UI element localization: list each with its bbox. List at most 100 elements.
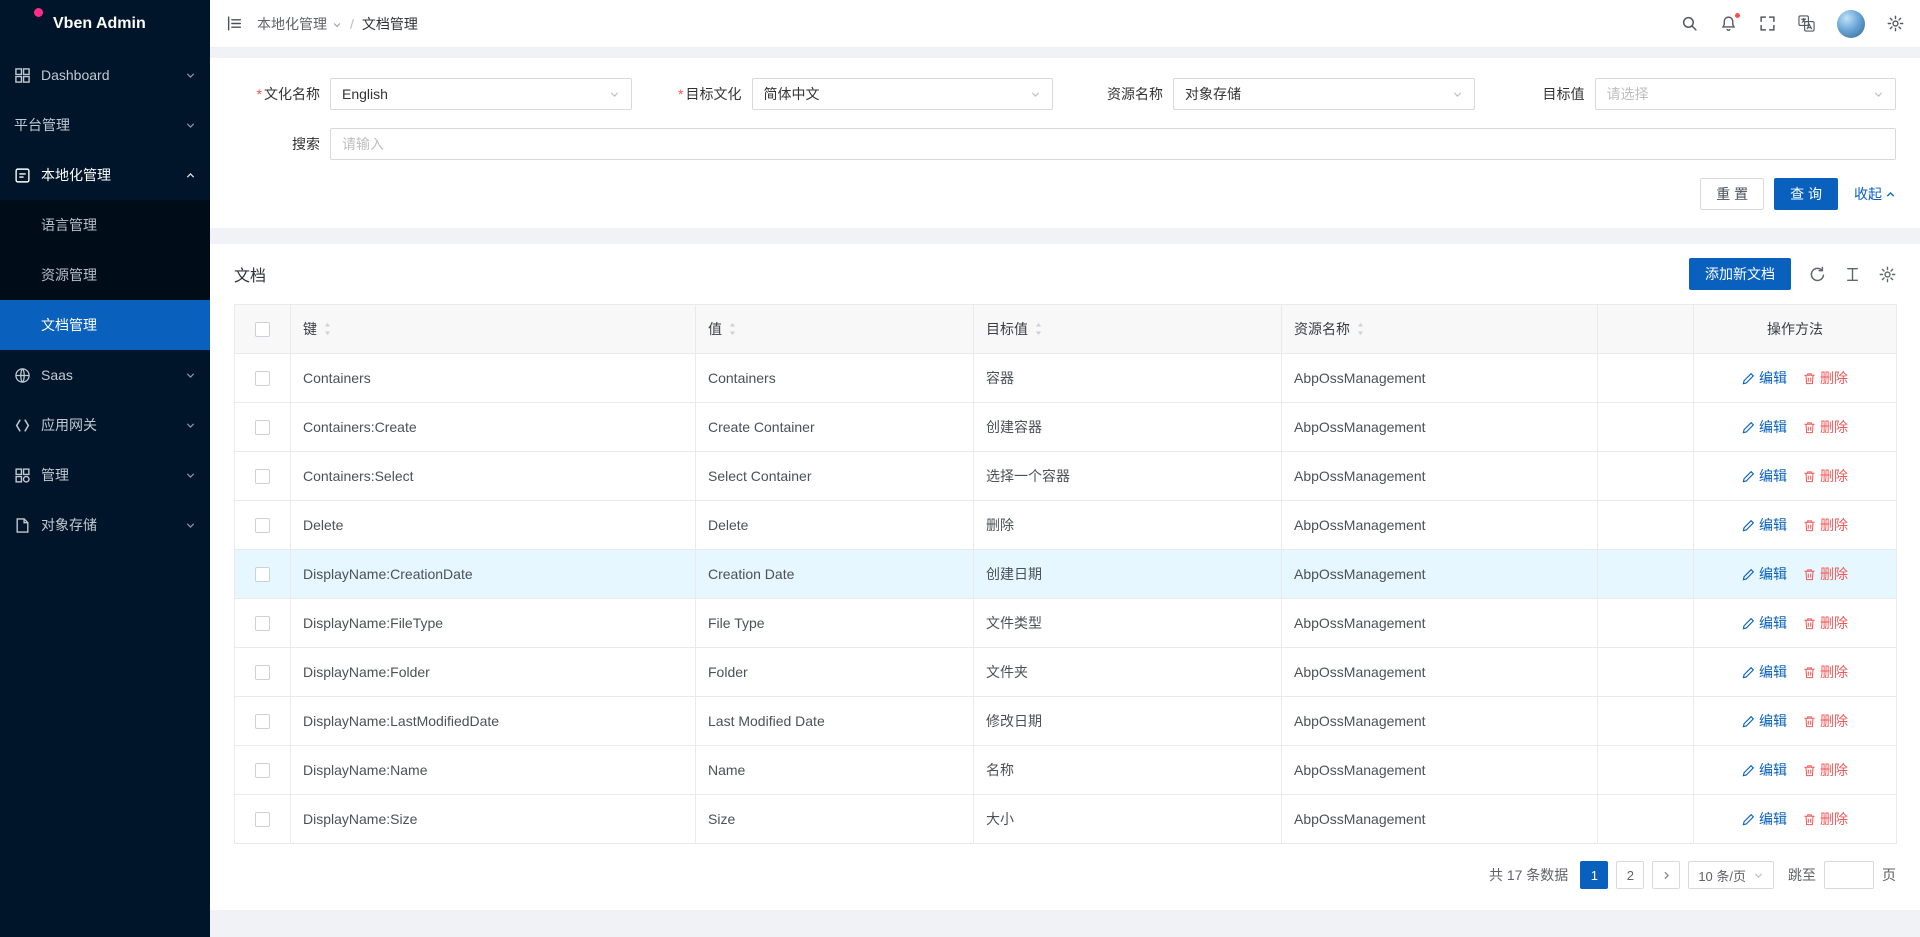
row-select-cell [235,697,291,746]
translate-icon[interactable] [1798,15,1815,32]
collapse-link[interactable]: 收起 [1854,184,1896,204]
settings-gear-icon[interactable] [1887,15,1904,32]
sidebar-item-saas[interactable]: Saas [0,350,210,400]
edit-button[interactable]: 编辑 [1742,515,1787,535]
sort-icon[interactable] [728,322,737,336]
edit-button[interactable]: 编辑 [1742,564,1787,584]
query-button[interactable]: 查 询 [1774,178,1838,210]
sidebar-subitem-document[interactable]: 文档管理 [0,300,210,350]
field-label: *目标文化 [656,84,752,104]
row-checkbox[interactable] [255,469,270,484]
row-checkbox[interactable] [255,665,270,680]
sidebar-item-localization[interactable]: 本地化管理 [0,150,210,200]
sidebar-subitem-label: 文档管理 [41,315,97,335]
search-icon[interactable] [1681,15,1698,32]
cell-target-value: 容器 [974,354,1282,403]
avatar[interactable] [1837,10,1865,38]
refresh-icon[interactable] [1809,266,1826,283]
column-header-value[interactable]: 值 [696,305,974,354]
row-checkbox[interactable] [255,812,270,827]
cell-target-value: 修改日期 [974,697,1282,746]
cell-value: Name [696,746,974,795]
sidebar-subitem-label: 资源管理 [41,265,97,285]
edit-button[interactable]: 编辑 [1742,711,1787,731]
row-checkbox[interactable] [255,518,270,533]
edit-button[interactable]: 编辑 [1742,417,1787,437]
sidebar-subitem-resource[interactable]: 资源管理 [0,250,210,300]
sort-icon[interactable] [1034,322,1043,336]
row-checkbox[interactable] [255,567,270,582]
edit-button[interactable]: 编辑 [1742,368,1787,388]
resource-name-select[interactable]: 对象存储 [1173,78,1475,110]
delete-button[interactable]: 删除 [1803,613,1848,633]
target-culture-select[interactable]: 简体中文 [752,78,1054,110]
sidebar-item-storage[interactable]: 对象存储 [0,500,210,550]
sidebar-item-management[interactable]: 管理 [0,450,210,500]
culture-name-select[interactable]: English [330,78,632,110]
row-checkbox[interactable] [255,616,270,631]
sidebar-subitem-language[interactable]: 语言管理 [0,200,210,250]
delete-button[interactable]: 删除 [1803,417,1848,437]
row-checkbox[interactable] [255,420,270,435]
cell-resource-name: AbpOssManagement [1282,795,1598,844]
search-input[interactable] [330,128,1896,160]
next-page-button[interactable] [1652,861,1680,889]
breadcrumb-parent[interactable]: 本地化管理 [257,14,327,34]
column-settings-gear-icon[interactable] [1879,266,1896,283]
delete-button[interactable]: 删除 [1803,515,1848,535]
sort-icon[interactable] [1356,322,1365,336]
row-checkbox[interactable] [255,763,270,778]
logo-text: Vben Admin [53,15,146,33]
cell-actions: 编辑删除 [1694,501,1897,550]
sidebar-item-platform[interactable]: 平台管理 [0,100,210,150]
fullscreen-icon[interactable] [1759,15,1776,32]
column-header-target[interactable]: 目标值 [974,305,1282,354]
sidebar-item-dashboard[interactable]: Dashboard [0,50,210,100]
cell-target-value: 文件类型 [974,599,1282,648]
edit-button[interactable]: 编辑 [1742,466,1787,486]
bell-icon[interactable] [1720,15,1737,32]
cell-resource-name: AbpOssManagement [1282,501,1598,550]
sort-icon[interactable] [323,322,332,336]
cell-blank [1598,403,1694,452]
menu-fold-icon[interactable] [226,15,243,32]
row-select-cell [235,550,291,599]
table-toolbar-actions: 添加新文档 [1689,258,1896,290]
page-size-select[interactable]: 10 条/页 [1688,861,1774,889]
reset-button[interactable]: 重 置 [1700,178,1764,210]
delete-button[interactable]: 删除 [1803,711,1848,731]
delete-button[interactable]: 删除 [1803,809,1848,829]
row-checkbox[interactable] [255,714,270,729]
column-header-resource[interactable]: 资源名称 [1282,305,1598,354]
add-document-button[interactable]: 添加新文档 [1689,258,1791,290]
logo[interactable]: Vben Admin [0,0,210,48]
delete-button[interactable]: 删除 [1803,760,1848,780]
sidebar-item-gateway[interactable]: 应用网关 [0,400,210,450]
jump-page-input[interactable] [1824,861,1874,889]
delete-button[interactable]: 删除 [1803,564,1848,584]
column-header-blank [1598,305,1694,354]
chevron-down-icon [185,470,196,481]
page-button-1[interactable]: 1 [1580,861,1608,889]
edit-button[interactable]: 编辑 [1742,662,1787,682]
delete-label: 删除 [1820,711,1848,731]
edit-button[interactable]: 编辑 [1742,760,1787,780]
page-button-2[interactable]: 2 [1616,861,1644,889]
row-height-icon[interactable] [1844,266,1861,283]
row-checkbox[interactable] [255,371,270,386]
cell-value: File Type [696,599,974,648]
page-content: *文化名称 English *目标文化 简体中文 [210,48,1920,937]
edit-button[interactable]: 编辑 [1742,613,1787,633]
pagination: 共 17 条数据 12 10 条/页 跳至 页 [234,844,1896,904]
sidebar-item-label: 对象存储 [41,515,185,535]
column-header-key[interactable]: 键 [291,305,696,354]
edit-button[interactable]: 编辑 [1742,809,1787,829]
select-all-checkbox[interactable] [255,322,270,337]
cell-blank [1598,501,1694,550]
target-value-select[interactable]: 请选择 [1595,78,1897,110]
delete-button[interactable]: 删除 [1803,466,1848,486]
dashboard-icon [14,67,31,84]
delete-button[interactable]: 删除 [1803,368,1848,388]
delete-button[interactable]: 删除 [1803,662,1848,682]
table-row: DisplayName:SizeSize大小AbpOssManagement编辑… [235,795,1897,844]
